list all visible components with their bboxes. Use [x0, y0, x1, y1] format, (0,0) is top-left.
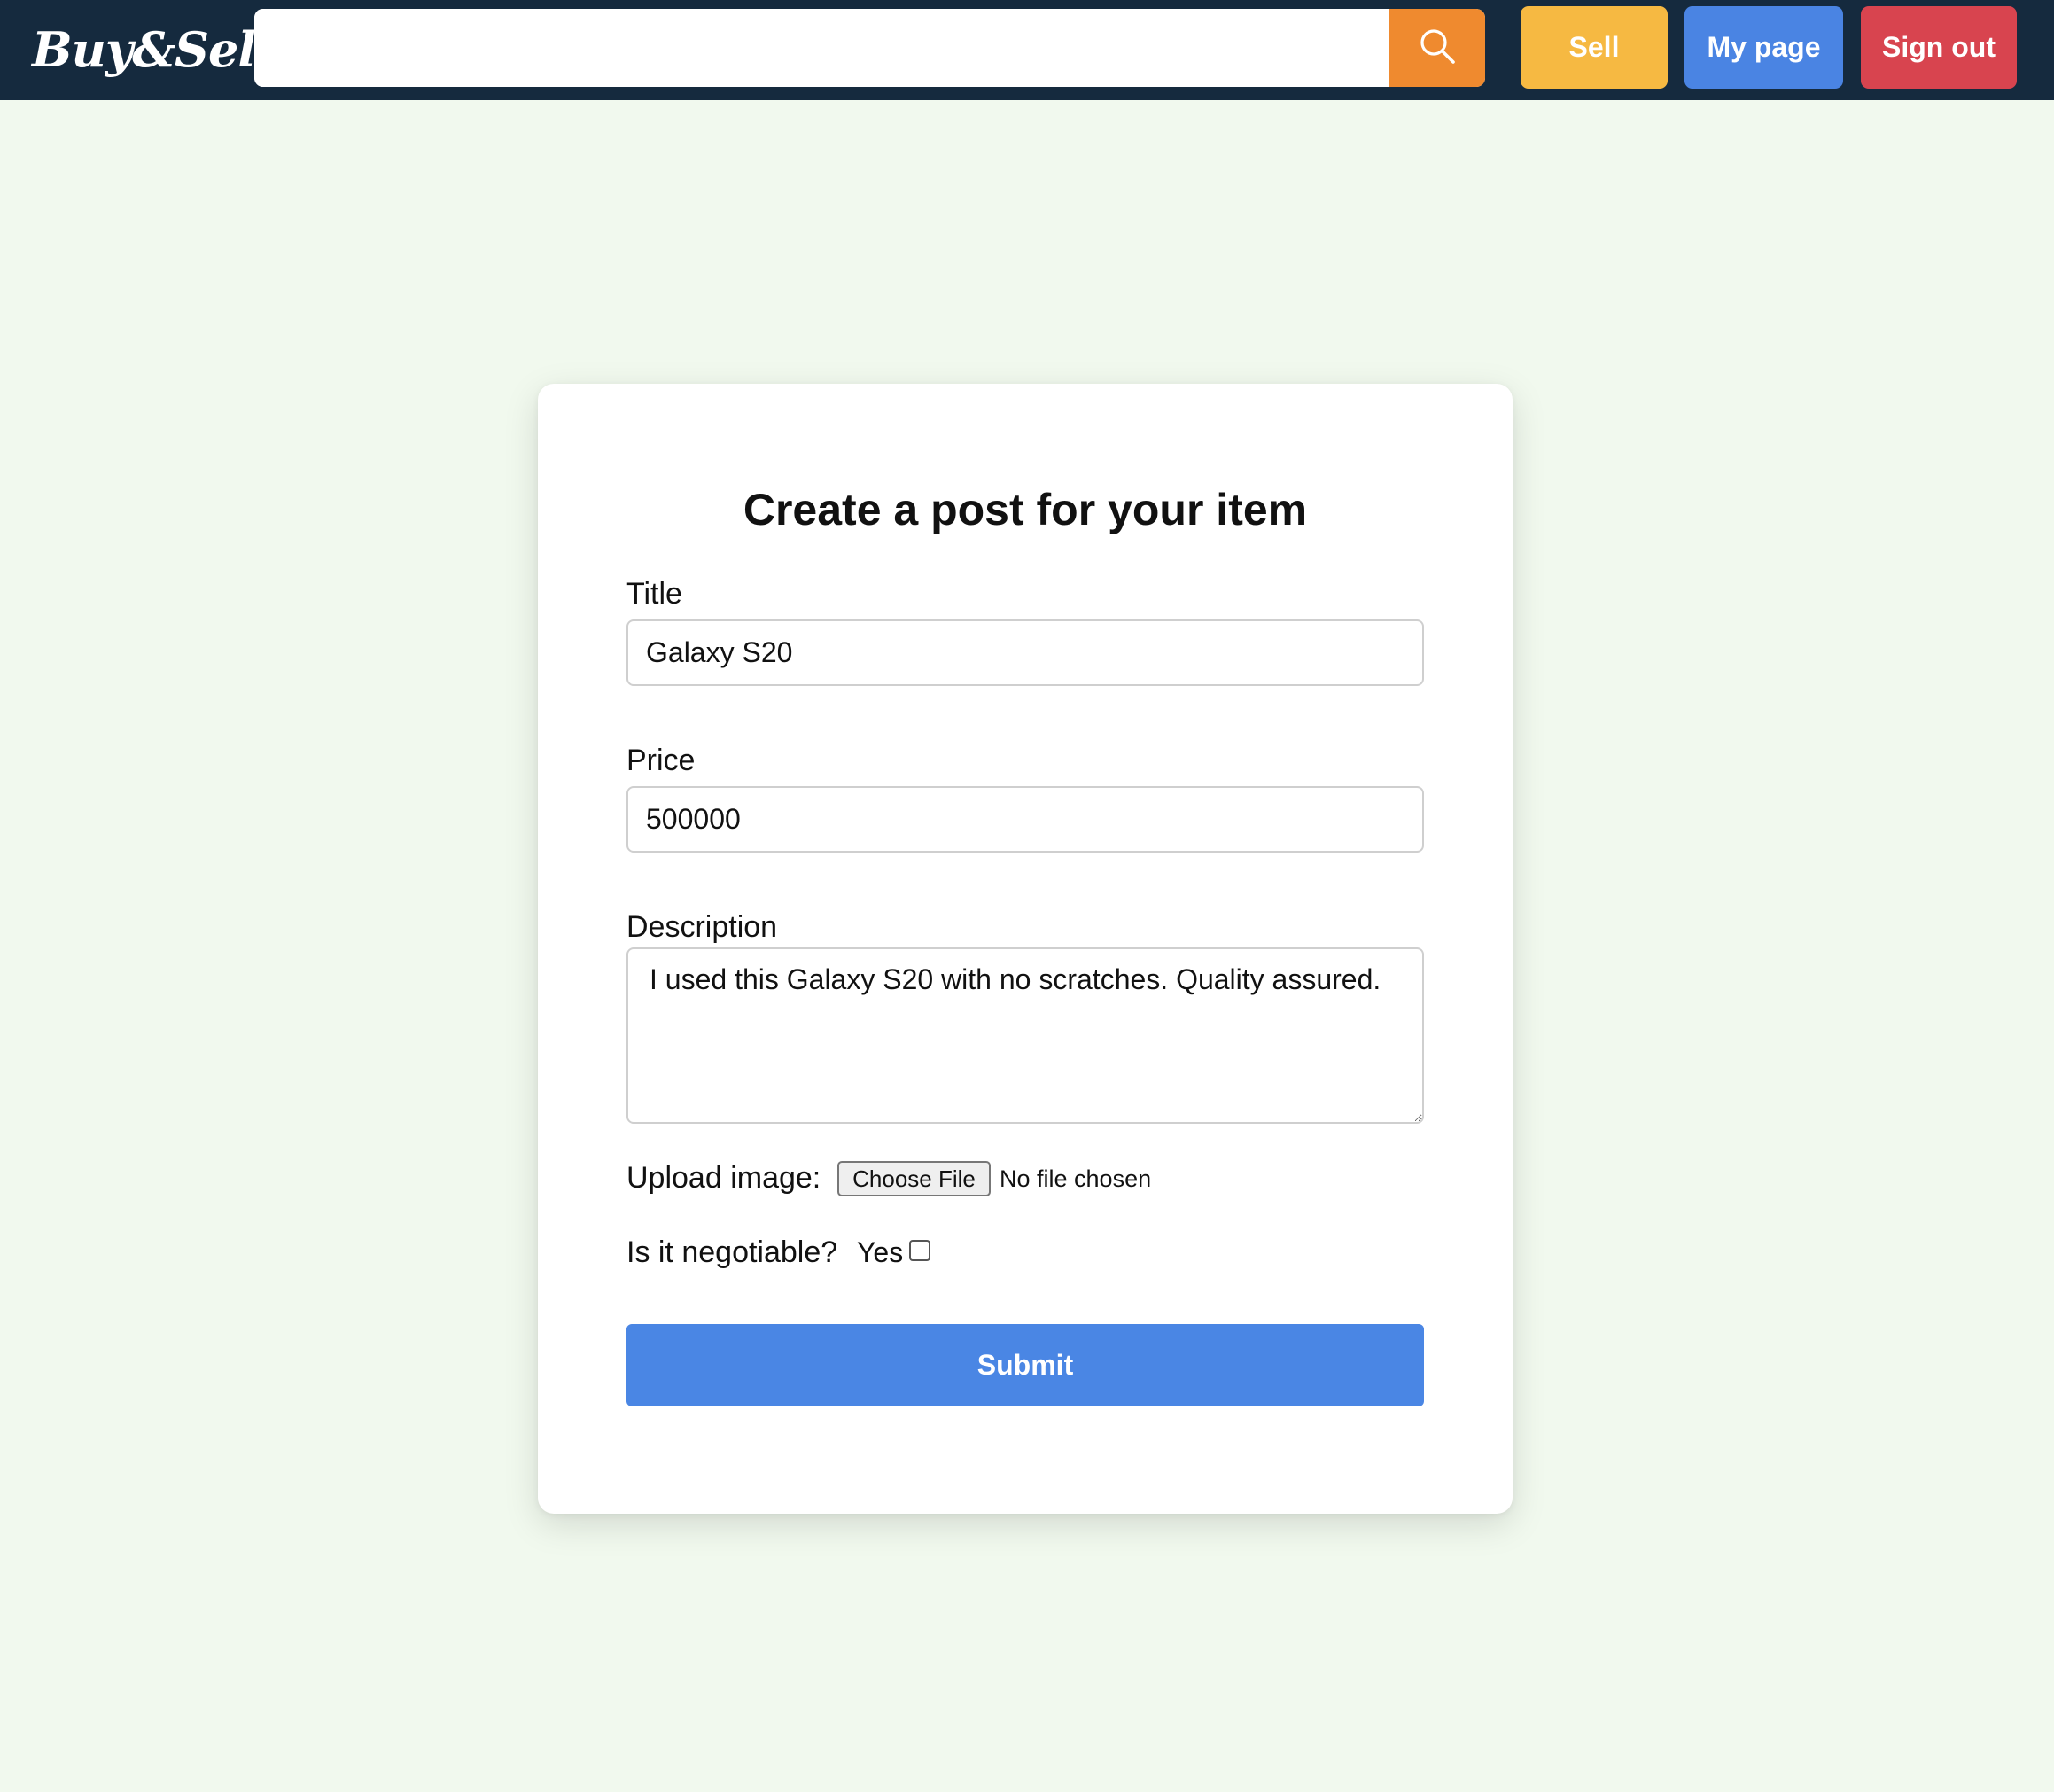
negotiable-checkbox[interactable] — [909, 1240, 930, 1261]
buy-and-sell-logo[interactable]: Buy&Sell — [32, 16, 273, 83]
upload-image-label: Upload image: — [626, 1161, 821, 1195]
price-label: Price — [626, 744, 696, 777]
price-input[interactable] — [626, 786, 1424, 853]
search-input[interactable] — [254, 9, 1389, 87]
search-bar — [254, 9, 1485, 87]
negotiable-yes-label: Yes — [857, 1236, 904, 1268]
choose-file-button[interactable]: Choose File — [837, 1161, 991, 1196]
my-page-button[interactable]: My page — [1684, 6, 1843, 89]
sign-out-button[interactable]: Sign out — [1861, 6, 2017, 89]
submit-button[interactable]: Submit — [626, 1324, 1424, 1406]
file-status-text: No file chosen — [1000, 1165, 1152, 1192]
description-textarea[interactable]: I used this Galaxy S20 with no scratches… — [626, 947, 1424, 1124]
form-title: Create a post for your item — [743, 485, 1308, 534]
top-navbar: Buy&Sell Sell My page Sign out — [0, 0, 2054, 100]
description-label: Description — [626, 910, 778, 944]
search-button[interactable] — [1389, 9, 1485, 87]
create-post-card: Create a post for your item Title Price … — [538, 384, 1513, 1514]
search-icon — [1418, 27, 1457, 70]
sell-button[interactable]: Sell — [1521, 6, 1668, 89]
title-input[interactable] — [626, 619, 1424, 686]
title-label: Title — [626, 577, 682, 611]
negotiable-label: Is it negotiable? — [626, 1235, 838, 1269]
